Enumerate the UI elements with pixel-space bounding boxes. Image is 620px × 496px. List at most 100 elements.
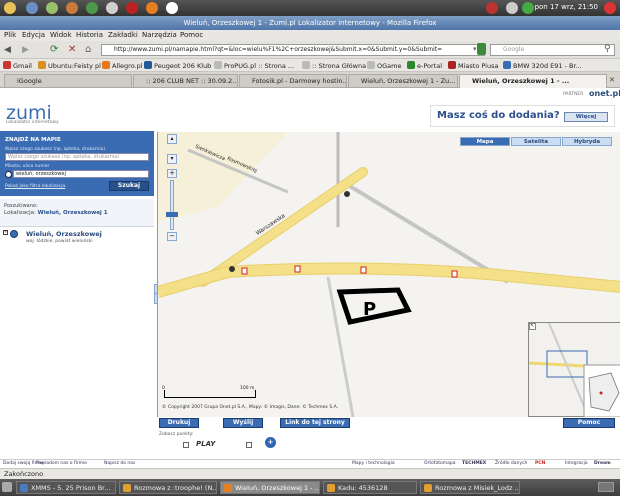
tab-wielun-1[interactable]: Wieluń, Orzeszkowej 1 - Zu...	[348, 74, 458, 87]
tab-satellite[interactable]: Satelita	[511, 137, 561, 146]
location-radio[interactable]	[5, 171, 12, 178]
power-icon[interactable]	[604, 2, 616, 14]
bookmark-item[interactable]: OGame	[367, 61, 401, 70]
tab-map[interactable]: Mapa	[460, 137, 510, 146]
result-checkbox[interactable]: ✓	[3, 230, 8, 235]
back-icon[interactable]: ◀	[4, 45, 11, 55]
task-kadu[interactable]: Kadu: 4536128	[323, 481, 417, 494]
workspace-switcher[interactable]	[598, 482, 614, 492]
bookmark-item[interactable]: BMW 320d E91 - Br...	[503, 61, 582, 70]
pan-down-icon[interactable]: ▾	[167, 154, 177, 164]
minimap-toggle-icon[interactable]: ↖	[529, 323, 536, 330]
footer-text: Integracja	[565, 461, 588, 466]
task-firefox[interactable]: Wieluń, Orzeszkowej 1 - ...	[220, 481, 320, 494]
ubuntu-menu-icon[interactable]	[4, 2, 16, 14]
page-footer: Dodaj swoją firmę Powiadom nas o firmie …	[0, 459, 620, 468]
menu-item-tools[interactable]: Narzędzia	[142, 31, 177, 39]
page-icon	[302, 61, 310, 69]
zoom-in-button[interactable]: +	[167, 169, 177, 178]
search-button[interactable]: Szukaj	[109, 181, 149, 191]
map-canvas[interactable]: P Sienkiewicza Kosmowskiej Warszawska ▴ …	[157, 132, 620, 417]
bookmark-item[interactable]: :: Strona Główna	[302, 61, 366, 70]
menu-item-view[interactable]: Widok	[50, 31, 72, 39]
app-launcher-icon[interactable]	[26, 2, 38, 14]
home-icon[interactable]: ⌂	[85, 44, 91, 55]
show-filter-link[interactable]: Pokaż jako filtra lokalizacja	[5, 184, 65, 189]
tab-206-club[interactable]: :: 206 CLUB NET :: 30.09.2...	[133, 74, 238, 87]
zoom-slider-handle[interactable]	[166, 212, 178, 217]
partner-label: PARTNER	[563, 92, 584, 97]
app-launcher-icon[interactable]	[126, 2, 138, 14]
ad-banner[interactable]: Masz coś do dodania? Więcej	[430, 105, 615, 127]
footer-link[interactable]: Powiadom nas o firmie	[36, 461, 87, 466]
tab-fotosik[interactable]: Fotosik.pl - Darmowy hostin...	[239, 74, 347, 87]
result-item[interactable]: ✓ Wieluń, Orzeszkowej woj. łódzkie, powi…	[0, 228, 154, 250]
menu-item-help[interactable]: Pomoc	[180, 31, 203, 39]
bookmark-item[interactable]: Gmail	[3, 61, 32, 70]
what-input[interactable]: Wpisz czego szukasz (np. apteka, drukarn…	[5, 153, 149, 161]
menu-item-bookmarks[interactable]: Zakładki	[108, 31, 138, 39]
footer-text: Mapy i technologia	[352, 461, 395, 466]
bookmark-item[interactable]: ProPUG.pl :: Strona ...	[214, 61, 294, 70]
search-icon[interactable]: ⚲	[604, 44, 611, 54]
show-desktop-icon[interactable]	[2, 482, 12, 492]
app-launcher-icon[interactable]	[46, 2, 58, 14]
go-icon[interactable]	[477, 43, 486, 55]
firefox-icon[interactable]	[146, 2, 158, 14]
app-launcher-icon[interactable]	[66, 2, 78, 14]
task-xmms[interactable]: XMMS - 5. 25 Prison Br...	[16, 481, 116, 494]
play-checkbox[interactable]	[183, 442, 189, 448]
zoom-slider-track[interactable]	[170, 180, 174, 230]
find-title: ZNAJDŹ NA MAPIE	[5, 137, 61, 143]
tray-icon[interactable]	[486, 2, 498, 14]
status-text: Zakończono	[4, 470, 44, 478]
bookmark-item[interactable]: e-Portal	[407, 61, 442, 70]
task-chat-2[interactable]: Rozmowa z Misiek_Lodz ...	[420, 481, 520, 494]
stop-icon[interactable]: ✕	[68, 44, 76, 55]
bookmark-item[interactable]: Allegro.pl	[102, 61, 143, 70]
tab-hybrid[interactable]: Hybryda	[562, 137, 612, 146]
tab-bar: iGoogle :: 206 CLUB NET :: 30.09.2... Fo…	[0, 72, 620, 88]
tab-wielun-active[interactable]: Wieluń, Orzeszkowej 1 - ...	[459, 74, 607, 88]
window-title: Wieluń, Orzeszkowej 1 - Zumi.pl Lokaliza…	[183, 19, 437, 27]
link-button[interactable]: Link do tej strony	[280, 418, 350, 428]
tray-icon[interactable]	[522, 2, 534, 14]
status-bar: Zakończono	[0, 468, 620, 479]
url-input[interactable]: http://www.zumi.pl/namapie.html?qt=&loc=…	[101, 44, 485, 56]
zoom-out-button[interactable]: −	[167, 232, 177, 241]
bookmark-item[interactable]: Ubuntu:Feisty pl	[38, 61, 101, 70]
reload-icon[interactable]: ⟳	[50, 44, 58, 55]
app-launcher-icon[interactable]	[166, 2, 178, 14]
plus-logo-icon: +	[265, 437, 276, 448]
sought-location: Lokalizacja: Wieluń, Orzeszkowej 1	[4, 210, 108, 216]
clock[interactable]: pon 17 wrz, 21:50	[535, 3, 598, 11]
footer-link[interactable]: Napisz do nas	[104, 461, 135, 466]
print-button[interactable]: Drukuj	[159, 418, 199, 428]
page-icon	[214, 61, 222, 69]
overview-minimap[interactable]: ↖	[528, 322, 620, 417]
tray-icon[interactable]	[506, 2, 518, 14]
app-launcher-icon[interactable]	[106, 2, 118, 14]
zumi-logo-subtitle: Lokalizator internetowy	[6, 120, 59, 125]
search-input[interactable]: Google	[490, 44, 615, 56]
menu-item-file[interactable]: Plik	[4, 31, 16, 39]
bookmark-item[interactable]: Peugeot 206 Klub	[144, 61, 211, 70]
task-chat-1[interactable]: Rozmowa z :troophe! (N...	[119, 481, 217, 494]
plus-checkbox[interactable]	[246, 442, 252, 448]
tab-igoogle[interactable]: iGoogle	[4, 74, 132, 87]
help-button[interactable]: Pomoc	[563, 418, 615, 428]
where-input[interactable]: wieluń, orzeszkowej	[13, 170, 149, 178]
send-button[interactable]: Wyślij	[223, 418, 263, 428]
menu-item-edit[interactable]: Edycja	[22, 31, 45, 39]
result-name[interactable]: Wieluń, Orzeszkowej	[26, 230, 102, 238]
menu-item-history[interactable]: Historia	[76, 31, 103, 39]
poi-marker-icon	[294, 265, 301, 273]
close-tab-icon[interactable]: ✕	[609, 76, 615, 84]
ad-more-button[interactable]: Więcej	[564, 112, 608, 122]
history-dropdown-icon[interactable]: ▾	[473, 45, 477, 53]
bookmark-item[interactable]: Miasto Piusa	[448, 61, 498, 70]
pan-up-icon[interactable]: ▴	[167, 134, 177, 144]
partner-logo[interactable]: onet.pl	[589, 89, 620, 98]
app-launcher-icon[interactable]	[86, 2, 98, 14]
forward-icon[interactable]: ▶	[22, 45, 29, 55]
